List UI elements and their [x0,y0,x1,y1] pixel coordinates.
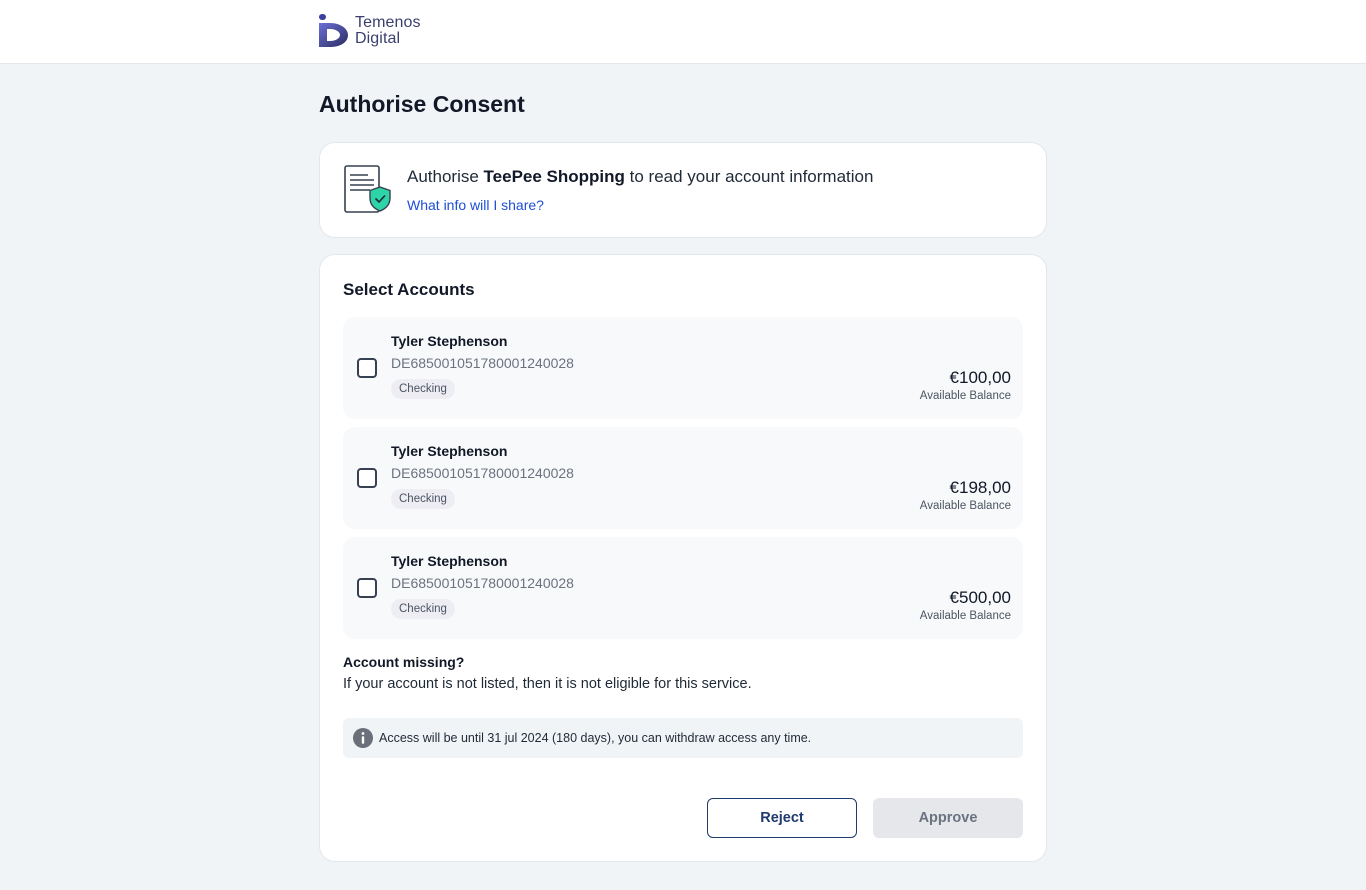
account-balance: €198,00 [949,478,1011,497]
account-checkbox[interactable] [357,358,377,378]
account-checkbox[interactable] [357,468,377,488]
consent-statement: Authorise TeePee Shopping to read your a… [407,167,873,187]
account-holder-name: Tyler Stephenson [391,553,508,569]
account-item[interactable]: Tyler Stephenson DE685001051780001240028… [343,427,1023,529]
document-shield-icon [344,165,391,213]
account-type-badge: Checking [391,489,455,509]
temenos-digital-logo[interactable]: Temenos Digital [319,14,421,48]
account-balance: €500,00 [949,588,1011,607]
consent-prefix: Authorise [407,167,484,186]
available-balance-label: Available Balance [919,500,1011,512]
account-iban: DE685001051780001240028 [391,355,574,371]
logo-line-1: Temenos [355,14,421,31]
tpp-name: TeePee Shopping [483,167,625,186]
access-info-text: Access will be until 31 jul 2024 (180 da… [379,731,812,745]
info-icon [353,728,373,748]
account-item[interactable]: Tyler Stephenson DE685001051780001240028… [343,317,1023,419]
account-item[interactable]: Tyler Stephenson DE685001051780001240028… [343,537,1023,639]
consent-summary-card: Authorise TeePee Shopping to read your a… [319,142,1047,238]
account-holder-name: Tyler Stephenson [391,443,508,459]
select-accounts-title: Select Accounts [343,280,475,299]
account-type-badge: Checking [391,379,455,399]
reject-button[interactable]: Reject [707,798,857,838]
account-checkbox[interactable] [357,578,377,598]
available-balance-label: Available Balance [919,610,1011,622]
account-iban: DE685001051780001240028 [391,465,574,481]
account-type-badge: Checking [391,599,455,619]
top-bar: Temenos Digital [0,0,1366,64]
logo-wordmark: Temenos Digital [355,15,421,47]
account-missing-text: If your account is not listed, then it i… [343,676,752,692]
account-missing-title: Account missing? [343,654,465,670]
page-title: Authorise Consent [319,91,525,117]
logo-line-2: Digital [355,30,401,47]
available-balance-label: Available Balance [919,390,1011,402]
account-iban: DE685001051780001240028 [391,575,574,591]
logo-mark-icon [319,14,348,47]
access-info-box: Access will be until 31 jul 2024 (180 da… [343,718,1023,758]
account-holder-name: Tyler Stephenson [391,333,508,349]
account-balance: €100,00 [949,368,1011,387]
select-accounts-card: Select Accounts Tyler Stephenson DE68500… [319,254,1047,862]
what-info-link[interactable]: What info will I share? [407,197,544,213]
consent-suffix: to read your account information [624,167,874,186]
approve-button[interactable]: Approve [873,798,1023,838]
